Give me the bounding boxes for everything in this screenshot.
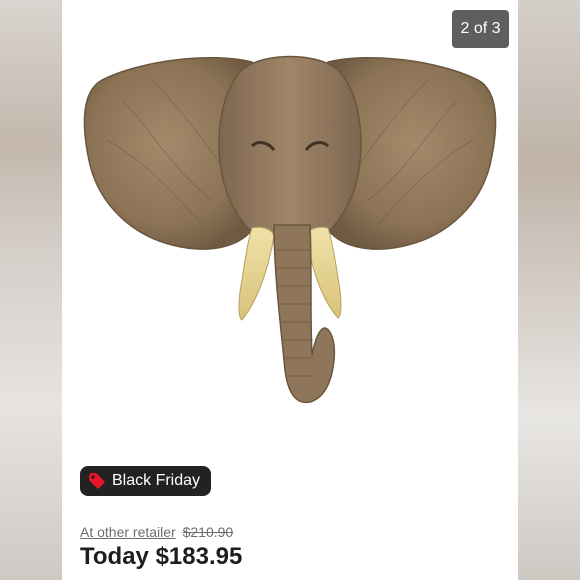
tag-icon [89, 473, 105, 489]
blurred-backdrop-right [518, 0, 580, 580]
blurred-backdrop-left [0, 0, 62, 580]
other-retailer-price-line: At other retailer $210.90 [80, 524, 233, 540]
other-retailer-price: $210.90 [182, 524, 234, 540]
today-price-line: Today $183.95 [80, 543, 242, 571]
badge-label: Black Friday [112, 472, 201, 489]
black-friday-badge: Black Friday [80, 466, 212, 496]
today-price: $183.95 [155, 543, 243, 570]
today-label: Today [80, 543, 149, 570]
product-image[interactable] [62, 0, 518, 430]
other-retailer-link[interactable]: At other retailer [80, 524, 176, 540]
product-card: 2 of 3 Black Friday At other retailer $2… [62, 0, 518, 580]
image-counter: 2 of 3 [452, 10, 509, 48]
